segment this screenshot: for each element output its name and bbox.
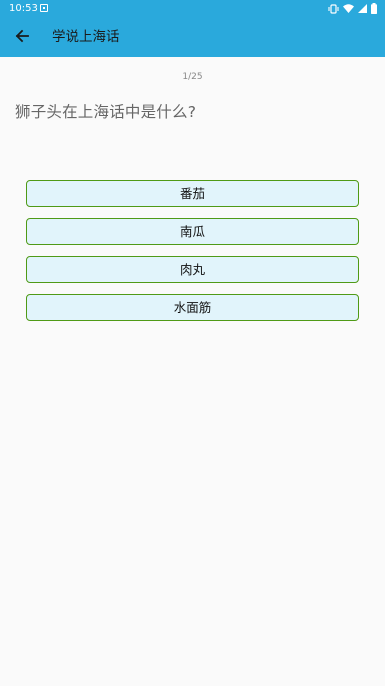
vibrate-icon (328, 3, 339, 14)
status-time: 10:53 (9, 3, 38, 14)
back-button[interactable] (8, 23, 36, 51)
status-bar: 10:53 (0, 0, 385, 17)
question-text: 狮子头在上海话中是什么? (15, 103, 197, 121)
answer-option-3[interactable]: 肉丸 (26, 256, 359, 283)
wifi-icon (343, 4, 354, 13)
question-progress: 1/25 (182, 72, 203, 82)
signal-icon (358, 4, 367, 13)
answer-option-4[interactable]: 水面筋 (26, 294, 359, 321)
app-bar: 学说上海话 (0, 17, 385, 57)
battery-icon (371, 3, 377, 14)
notification-icon (40, 4, 48, 12)
arrow-back-icon (15, 28, 29, 47)
answer-option-2[interactable]: 南瓜 (26, 218, 359, 245)
status-icons (328, 3, 377, 14)
app-title: 学说上海话 (52, 29, 120, 45)
answer-option-1[interactable]: 番茄 (26, 180, 359, 207)
